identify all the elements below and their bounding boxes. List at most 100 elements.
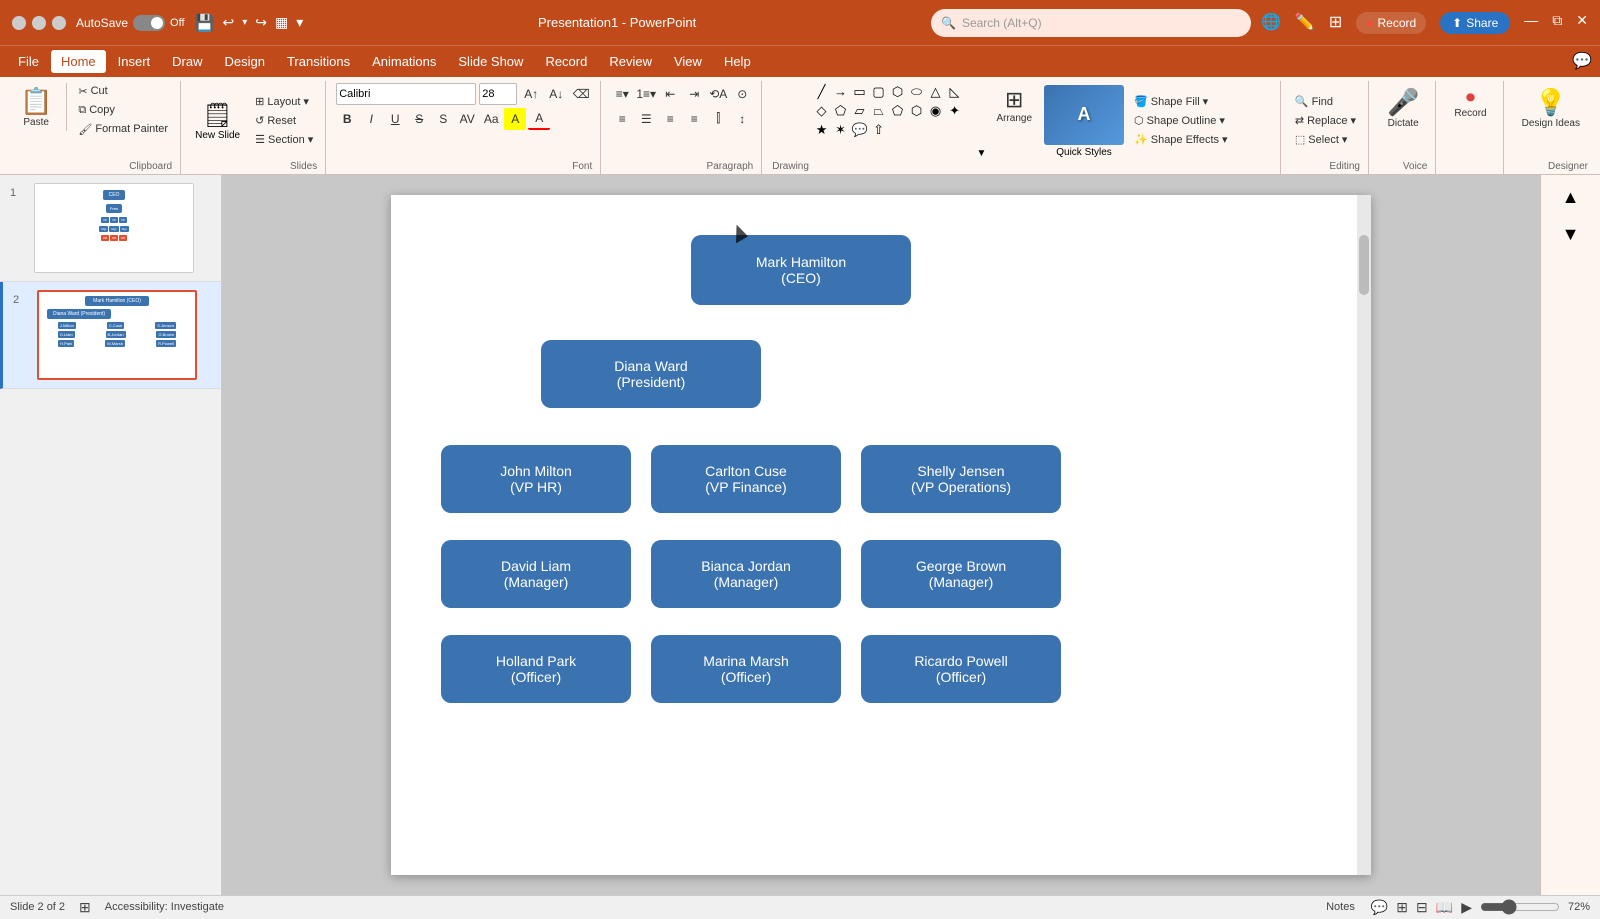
design-ideas-button[interactable]: 💡 Design Ideas [1514,83,1588,133]
org-box-mgr-3[interactable]: George Brown (Manager) [861,540,1061,608]
org-box-mgr-1[interactable]: David Liam (Manager) [441,540,631,608]
reading-view-icon[interactable]: 📖 [1436,899,1453,916]
shape-gallery-scroll-down[interactable]: ▼ [977,148,987,159]
shape-oval[interactable]: ⬭ [908,83,926,101]
undo-dropdown-icon[interactable]: ▾ [242,17,247,28]
redo-icon[interactable]: ↪ [255,14,267,31]
shape-triangle[interactable]: △ [927,83,945,101]
slide-setup-icon[interactable]: ⊞ [79,899,91,916]
shape-line[interactable]: ╱ [813,83,831,101]
increase-font-icon[interactable]: A↑ [520,83,542,105]
shape-rtriangle[interactable]: ◺ [946,83,964,101]
layout-icon[interactable]: ⊞ [1329,12,1342,34]
shape-rect[interactable]: ▭ [851,83,869,101]
comments-icon[interactable]: 💬 [1572,51,1592,71]
restore-button[interactable]: ⧉ [1552,12,1562,34]
numbering-button[interactable]: 1≡▾ [635,83,657,105]
minimize-traffic-light[interactable] [32,16,46,30]
internet-icon[interactable]: 🌐 [1261,12,1281,34]
paste-button[interactable]: 📋 Paste [12,83,60,131]
format-painter-button[interactable]: 🖌 Format Painter [74,121,172,138]
decrease-font-icon[interactable]: A↓ [545,83,567,105]
line-spacing-button[interactable]: ↕ [731,108,753,130]
shape-diamond[interactable]: ◇ [813,102,831,120]
menu-help[interactable]: Help [714,50,761,73]
text-direction-button[interactable]: ⟲A [707,83,729,105]
italic-button[interactable]: I [360,108,382,130]
pen-icon[interactable]: ✏️ [1295,12,1315,34]
org-box-vp-hr[interactable]: John Milton (VP HR) [441,445,631,513]
slideshow-icon[interactable]: ▶ [1461,899,1472,916]
indent-increase-button[interactable]: ⇥ [683,83,705,105]
minimize-button[interactable]: — [1524,12,1538,34]
normal-view-icon[interactable]: ⊞ [1396,899,1408,916]
undo-icon[interactable]: ↩ [222,14,234,31]
align-right-button[interactable]: ≡ [659,108,681,130]
save-icon[interactable]: 💾 [195,13,215,33]
font-color-aa-button[interactable]: Aa [480,108,502,130]
font-color-button[interactable]: A [528,108,550,130]
shape-up-arrow[interactable]: ⇧ [870,121,888,139]
comments-status-icon[interactable]: 💬 [1371,899,1388,916]
shape-star5[interactable]: ★ [813,121,831,139]
font-name-input[interactable] [336,83,476,105]
shape-fill-button[interactable]: 🪣 Shape Fill ▾ [1130,93,1232,110]
slide-canvas[interactable]: Mark Hamilton (CEO) Diana Ward (Presiden… [391,195,1371,875]
scroll-down-icon[interactable]: ▼ [1558,220,1584,249]
menu-slideshow[interactable]: Slide Show [448,50,533,73]
shape-rounded-rect[interactable]: ▢ [870,83,888,101]
shape-arrow[interactable]: → [832,83,850,101]
org-box-off-3[interactable]: Ricardo Powell (Officer) [861,635,1061,703]
menu-animations[interactable]: Animations [362,50,446,73]
maximize-traffic-light[interactable] [52,16,66,30]
shape-star4[interactable]: ✦ [946,102,964,120]
menu-home[interactable]: Home [51,50,106,73]
columns-button[interactable]: ⫿ [707,108,729,130]
org-box-vp-ops[interactable]: Shelly Jensen (VP Operations) [861,445,1061,513]
vertical-scrollbar[interactable] [1357,195,1371,875]
menu-view[interactable]: View [664,50,712,73]
indent-decrease-button[interactable]: ⇤ [659,83,681,105]
menu-review[interactable]: Review [599,50,662,73]
reset-button[interactable]: ↺ Reset [251,112,317,129]
org-box-off-2[interactable]: Marina Marsh (Officer) [651,635,841,703]
dictate-button[interactable]: 🎤 Dictate [1379,83,1427,133]
section-button[interactable]: ☰ Section ▾ [251,131,317,148]
copy-button[interactable]: ⧉ Copy [74,102,172,119]
org-box-vp-finance[interactable]: Carlton Cuse (VP Finance) [651,445,841,513]
close-button[interactable]: ✕ [1576,12,1588,34]
autosave-toggle[interactable] [133,15,165,31]
org-box-president[interactable]: Diana Ward (President) [541,340,761,408]
present-icon[interactable]: ▦ [275,14,288,31]
bold-button[interactable]: B [336,108,358,130]
customize-icon[interactable]: ▾ [296,14,303,31]
org-box-off-1[interactable]: Holland Park (Officer) [441,635,631,703]
highlight-button[interactable]: A [504,108,526,130]
slide-thumb-1[interactable]: 1 CEO Pres VP VP VP [0,175,221,282]
justify-button[interactable]: ≡ [683,108,705,130]
shape-callout[interactable]: 💬 [851,121,869,139]
char-spacing-button[interactable]: AV [456,108,478,130]
menu-file[interactable]: File [8,50,49,73]
find-button[interactable]: 🔍 Find [1291,93,1360,110]
shape-outline-button[interactable]: ⬡ Shape Outline ▾ [1130,112,1232,129]
shape-para[interactable]: ▱ [851,102,869,120]
font-size-input[interactable] [479,83,517,105]
zoom-slider[interactable] [1480,899,1560,915]
shape-star6[interactable]: ✶ [832,121,850,139]
shape-hept[interactable]: ◉ [927,102,945,120]
shape-hex[interactable]: ⬡ [908,102,926,120]
share-button[interactable]: ⬆ Share [1440,12,1510,34]
underline-button[interactable]: U [384,108,406,130]
strikethrough-button[interactable]: S [408,108,430,130]
shape-trap[interactable]: ⏢ [870,102,888,120]
menu-record[interactable]: Record [535,50,597,73]
org-box-ceo[interactable]: Mark Hamilton (CEO) [691,235,911,305]
select-button[interactable]: ⬚ Select ▾ [1291,131,1360,148]
layout-button[interactable]: ⊞ Layout ▾ [251,93,317,110]
close-traffic-light[interactable] [12,16,26,30]
quick-styles-button[interactable]: A Quick Styles [1042,83,1126,158]
align-center-button[interactable]: ☰ [635,108,657,130]
shape-chevron[interactable]: ⬠ [832,102,850,120]
slide-thumb-2[interactable]: 2 Mark Hamilton (CEO) Diana Ward (Presid… [0,282,221,389]
